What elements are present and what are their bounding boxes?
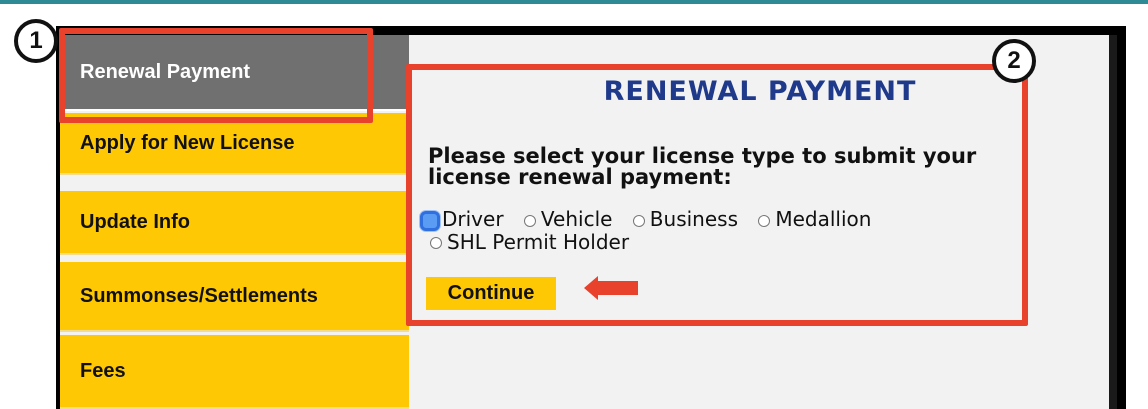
sidebar-item-label: Apply for New License (80, 131, 295, 154)
sidebar-item-label: Summonses/Settlements (80, 284, 318, 307)
step-badge-2: 2 (992, 39, 1036, 83)
sidebar-item-summonses-settlements[interactable]: Summonses/Settlements (60, 262, 409, 332)
sidebar-item-fees[interactable]: Fees (60, 335, 409, 409)
highlight-box-1 (59, 28, 373, 123)
sidebar-item-label: Update Info (80, 210, 190, 233)
top-accent-rule (0, 0, 1148, 4)
highlight-box-2 (406, 64, 1028, 326)
scrollbar-edge (1109, 35, 1117, 409)
sidebar-item-label: Fees (80, 359, 126, 382)
sidebar-item-update-info[interactable]: Update Info (60, 191, 409, 255)
step-badge-1: 1 (14, 19, 58, 63)
